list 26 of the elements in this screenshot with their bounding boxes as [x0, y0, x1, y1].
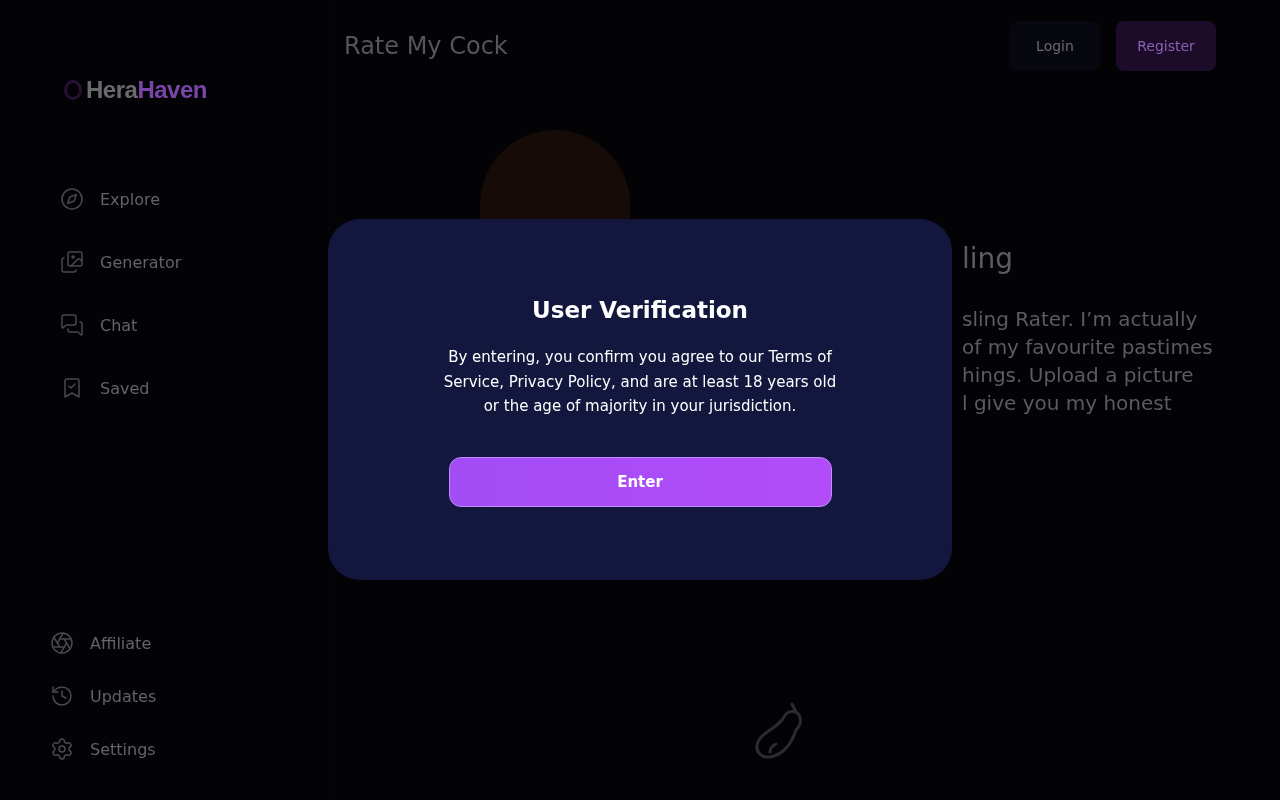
chat-icon: [60, 313, 84, 337]
sidebar-item[interactable]: Generator: [60, 249, 329, 275]
sidebar-item[interactable]: Explore: [60, 186, 329, 212]
explore-icon: [60, 187, 84, 211]
updates-icon: [50, 684, 74, 708]
settings-icon: [50, 737, 74, 761]
affiliate-icon: [50, 631, 74, 655]
sidebar-item[interactable]: Saved: [60, 375, 329, 401]
logo: HeraHaven: [64, 76, 329, 104]
page-title: Rate My Cock: [344, 32, 508, 60]
bio-text: sling Rater. I’m actually: [962, 306, 1199, 333]
sidebar-item[interactable]: Settings: [50, 736, 329, 762]
profile-name: ling: [962, 242, 1015, 275]
sidebar-item[interactable]: Updates: [50, 683, 329, 709]
bio-text: l give you my honest: [962, 390, 1173, 417]
sidebar-item[interactable]: Chat: [60, 312, 329, 338]
logo-ring-icon: [64, 80, 82, 100]
dialog-text: By entering, you confirm you agree to our Terms of Service, Privacy Policy, and are at least 18 years old or the age of majority in your jurisdiction.: [442, 347, 838, 417]
enter-button[interactable]: Enter: [448, 456, 832, 507]
bio-text: hings. Upload a picture: [962, 362, 1195, 389]
sidebar-item[interactable]: Affiliate: [50, 630, 329, 656]
dialog-title: User Verification: [532, 297, 748, 323]
generator-icon: [60, 250, 84, 274]
register-button[interactable]: Register: [1116, 21, 1216, 71]
bio-text: of my favourite pastimes: [962, 334, 1213, 361]
login-button[interactable]: Login: [1010, 21, 1100, 71]
